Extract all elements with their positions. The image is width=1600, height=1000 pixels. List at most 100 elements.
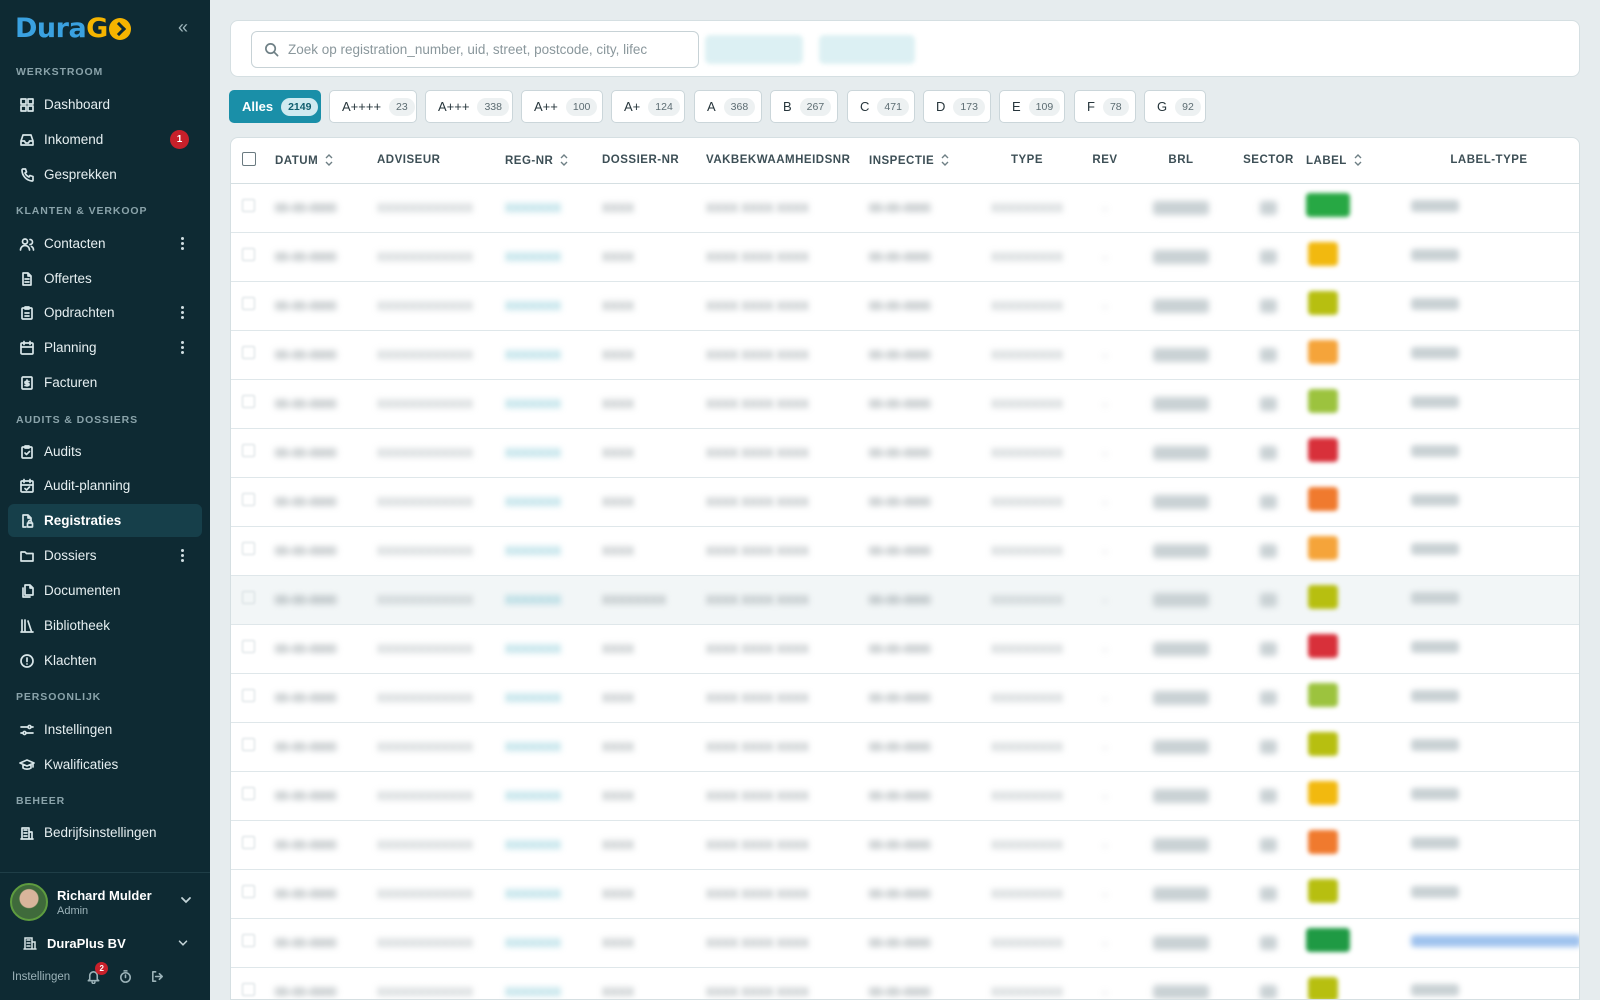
more-options-icon[interactable] xyxy=(176,234,188,254)
sidebar-item-bibliotheek[interactable]: Bibliotheek xyxy=(8,609,202,642)
settings-link[interactable]: Instellingen xyxy=(12,971,70,983)
filter-pill-label-6[interactable]: B 267 xyxy=(770,90,838,123)
sidebar-item-audits[interactable]: Audits xyxy=(8,435,202,468)
column-header-datum[interactable]: DATUM xyxy=(275,138,377,184)
duragoo-logo[interactable]: DuraG xyxy=(15,12,131,44)
redacted-link[interactable]: XXXXXXX xyxy=(505,544,561,558)
filter-pill-label-4[interactable]: A+ 124 xyxy=(611,90,685,123)
redacted-link[interactable]: XXXXXXX xyxy=(505,691,561,705)
table-row[interactable]: 00-00-0000 XXXXXXXXXXXX XXXXXXX XXXX XXXX XX… xyxy=(231,330,1579,380)
organization-switcher[interactable]: DuraPlus BV xyxy=(10,930,200,956)
sidebar-item-offertes[interactable]: Offertes xyxy=(8,262,202,295)
search-box[interactable] xyxy=(251,31,699,68)
column-header-inspectie[interactable]: INSPECTIE xyxy=(869,138,975,184)
filter-pill-label-7[interactable]: C 471 xyxy=(847,90,915,123)
row-checkbox[interactable] xyxy=(242,737,255,751)
sidebar-item-planning[interactable]: Planning xyxy=(8,331,202,364)
more-options-icon[interactable] xyxy=(176,546,188,566)
sidebar-item-dashboard[interactable]: Dashboard xyxy=(8,88,202,121)
redacted-link[interactable]: XXXXXXX xyxy=(505,936,561,950)
redacted-link[interactable]: XXXXXXX xyxy=(505,250,561,264)
column-header-label[interactable]: LABEL xyxy=(1306,138,1397,184)
collapse-sidebar-icon[interactable]: « xyxy=(174,16,192,38)
table-row[interactable]: 00-00-0000 XXXXXXXXXXXX XXXXXXX XXXX XXXX XX… xyxy=(231,183,1579,233)
more-options-icon[interactable] xyxy=(176,303,188,323)
sidebar-item-registraties[interactable]: Registraties xyxy=(8,504,202,537)
redacted-link[interactable]: XXXXXXX xyxy=(505,642,561,656)
redacted-link[interactable]: XXXXXXX xyxy=(505,593,561,607)
filter-pill-label-1[interactable]: A++++ 23 xyxy=(329,90,417,123)
sidebar-item-gesprekken[interactable]: Gesprekken xyxy=(8,158,202,191)
filter-pill-label-9[interactable]: E 109 xyxy=(999,90,1065,123)
filter-pill-label-11[interactable]: G 92 xyxy=(1144,90,1206,123)
row-checkbox[interactable] xyxy=(242,835,255,849)
table-row[interactable]: 00-00-0000 XXXXXXXXXXXX XXXXXXX XXXX XXXX XX… xyxy=(231,820,1579,870)
sidebar-item-inkomend[interactable]: Inkomend 1 xyxy=(8,123,202,156)
row-checkbox[interactable] xyxy=(242,639,255,653)
more-options-icon[interactable] xyxy=(176,338,188,358)
table-row[interactable]: 00-00-0000 XXXXXXXXXXXX XXXXXXX XXXX XXXX XX… xyxy=(231,232,1579,282)
sidebar-item-klachten[interactable]: Klachten xyxy=(8,644,202,677)
redacted-link[interactable]: XXXXXXX xyxy=(505,397,561,411)
table-row[interactable]: 00-00-0000 XXXXXXXXXXXX XXXXXXX XXXX XXXX XX… xyxy=(231,673,1579,723)
filter-pill-label-3[interactable]: A++ 100 xyxy=(521,90,603,123)
select-all-checkbox[interactable] xyxy=(242,151,256,166)
toolbar-button-1[interactable] xyxy=(705,35,803,64)
redacted-link[interactable]: XXXXXXX xyxy=(505,299,561,313)
table-row[interactable]: 00-00-0000 XXXXXXXXXXXX XXXXXXX XXXX XXXX XX… xyxy=(231,428,1579,478)
row-checkbox[interactable] xyxy=(242,296,255,310)
table-row[interactable]: 00-00-0000 XXXXXXXXXXXX XXXXXXX XXXX XXXX XX… xyxy=(231,281,1579,331)
row-checkbox[interactable] xyxy=(242,541,255,555)
sidebar-item-contacten[interactable]: Contacten xyxy=(8,227,202,260)
sidebar-item-dossiers[interactable]: Dossiers xyxy=(8,539,202,572)
row-checkbox[interactable] xyxy=(242,492,255,506)
sidebar-item-documenten[interactable]: Documenten xyxy=(8,574,202,607)
filter-pill-all[interactable]: Alles 2149 xyxy=(229,90,321,123)
sidebar-item-kwalificaties[interactable]: Kwalificaties xyxy=(8,748,202,781)
logout-button[interactable] xyxy=(150,969,166,985)
row-checkbox[interactable] xyxy=(242,884,255,898)
redacted-link[interactable]: XXXXXXX xyxy=(505,985,561,999)
redacted-link[interactable]: XXXXXXX xyxy=(505,348,561,362)
row-checkbox[interactable] xyxy=(242,933,255,947)
table-row[interactable]: 00-00-0000 XXXXXXXXXXXX XXXXXXX XXXX XXXX XX… xyxy=(231,967,1579,999)
column-header-reg-nr[interactable]: REG-NR xyxy=(505,138,602,184)
redacted-link[interactable]: XXXXXXX xyxy=(505,446,561,460)
table-row[interactable]: 00-00-0000 XXXXXXXXXXXX XXXXXXX XXXX XXXX XX… xyxy=(231,722,1579,772)
sidebar-item-instellingen[interactable]: Instellingen xyxy=(8,713,202,746)
table-row[interactable]: 00-00-0000 XXXXXXXXXXXX XXXXXXX XXXX XXXX XX… xyxy=(231,624,1579,674)
table-row[interactable]: 00-00-0000 XXXXXXXXXXXX XXXXXXX XXXX XXXX XX… xyxy=(231,526,1579,576)
row-checkbox[interactable] xyxy=(242,345,255,359)
row-checkbox[interactable] xyxy=(242,198,255,212)
row-checkbox[interactable] xyxy=(242,982,255,996)
toolbar-button-2[interactable] xyxy=(819,35,915,64)
table-row[interactable]: 00-00-0000 XXXXXXXXXXXX XXXXXXX XXXX XXXX XX… xyxy=(231,771,1579,821)
sidebar-item-bedrijfsinstellingen[interactable]: Bedrijfsinstellingen xyxy=(8,816,202,849)
sidebar-item-audit-planning[interactable]: Audit-planning xyxy=(8,469,202,502)
row-checkbox[interactable] xyxy=(242,443,255,457)
filter-pill-label-8[interactable]: D 173 xyxy=(923,90,991,123)
row-checkbox[interactable] xyxy=(242,786,255,800)
sidebar-item-opdrachten[interactable]: Opdrachten xyxy=(8,296,202,329)
row-checkbox[interactable] xyxy=(242,394,255,408)
table-row[interactable]: 00-00-0000 XXXXXXXXXXXX XXXXXXX XXXX XXXX XX… xyxy=(231,477,1579,527)
redacted-link[interactable]: XXXXXXX xyxy=(505,789,561,803)
row-checkbox[interactable] xyxy=(242,688,255,702)
redacted-link[interactable]: XXXXXXX xyxy=(505,495,561,509)
table-row[interactable]: 00-00-0000 XXXXXXXXXXXX XXXXXXX XXXXXXXX XXX… xyxy=(231,575,1579,625)
redacted-link[interactable]: XXXXXXX xyxy=(505,740,561,754)
redacted-link[interactable]: XXXXXXX xyxy=(505,201,561,215)
search-input[interactable] xyxy=(288,42,688,57)
user-menu[interactable]: Richard Mulder Admin xyxy=(10,882,200,922)
filter-pill-label-5[interactable]: A 368 xyxy=(694,90,762,123)
redacted-link[interactable]: XXXXXXX xyxy=(505,838,561,852)
redacted-link[interactable]: XXXXXXX xyxy=(505,887,561,901)
table-row[interactable]: 00-00-0000 XXXXXXXXXXXX XXXXXXX XXXX XXXX XX… xyxy=(231,918,1579,968)
sidebar-item-facturen[interactable]: Facturen xyxy=(8,366,202,399)
notifications-button[interactable]: 2 xyxy=(86,962,109,985)
filter-pill-label-10[interactable]: F 78 xyxy=(1074,90,1136,123)
table-row[interactable]: 00-00-0000 XXXXXXXXXXXX XXXXXXX XXXX XXXX XX… xyxy=(231,379,1579,429)
filter-pill-label-2[interactable]: A+++ 338 xyxy=(425,90,513,123)
row-checkbox[interactable] xyxy=(242,247,255,261)
row-checkbox[interactable] xyxy=(242,590,255,604)
